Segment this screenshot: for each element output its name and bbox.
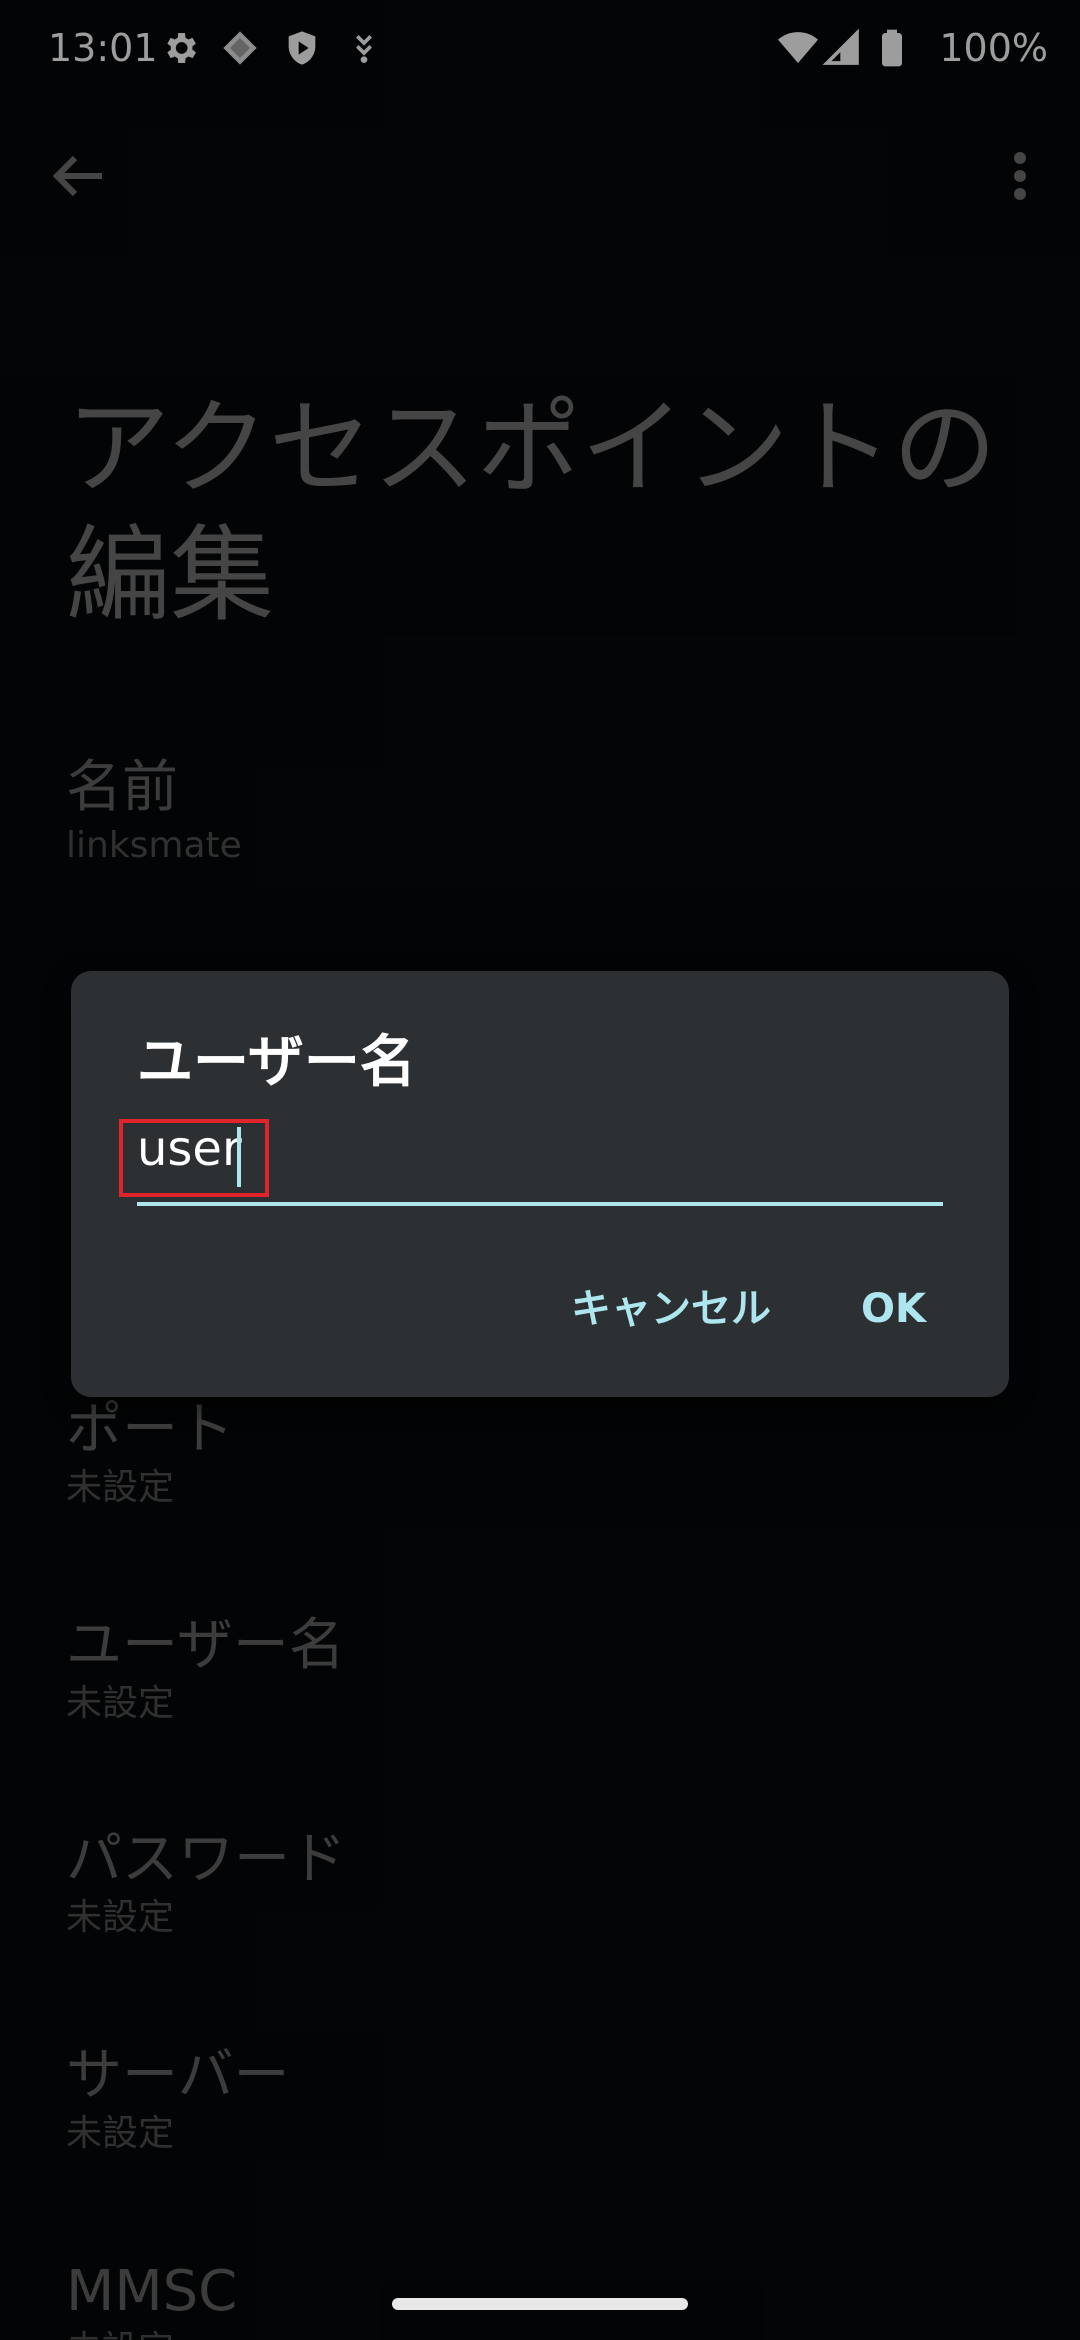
ok-button[interactable]: OK — [861, 1277, 926, 1341]
screen: 13:01 100% アクセスポイントの編集 名前 linksmate ポート … — [0, 0, 1080, 2340]
input-highlight-box — [119, 1119, 269, 1197]
dialog-title: ユーザー名 — [137, 1030, 416, 1095]
cancel-button[interactable]: キャンセル — [571, 1277, 771, 1341]
input-underline — [137, 1202, 943, 1206]
username-dialog: ユーザー名 キャンセル OK — [71, 971, 1009, 1397]
navigation-handle[interactable] — [392, 2298, 688, 2310]
